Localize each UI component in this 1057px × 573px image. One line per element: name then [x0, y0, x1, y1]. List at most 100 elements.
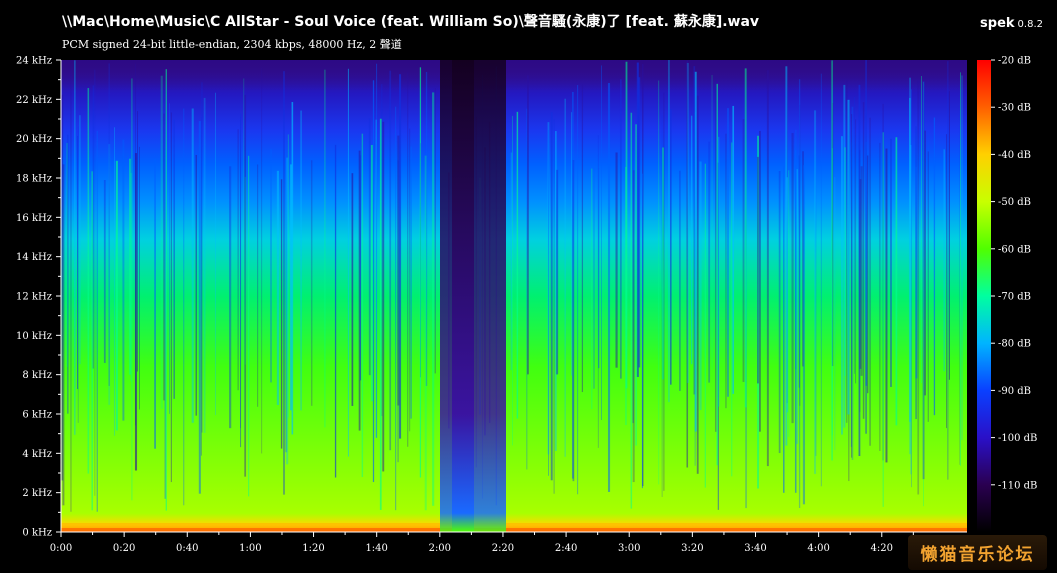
spectrogram-streak [961, 75, 963, 441]
spectrogram-streak [113, 127, 116, 436]
spectrogram-streak [820, 73, 822, 487]
spectrogram-streak [814, 110, 817, 474]
x-tick-label: 0:40 [176, 543, 198, 554]
spectrogram-streak [92, 85, 94, 369]
spectrogram-streak [885, 148, 888, 463]
spectrogram-streak [845, 78, 848, 423]
spectrogram-streak [711, 75, 713, 370]
spectrogram-streak [379, 118, 382, 510]
spectrogram-streak [727, 108, 729, 397]
spectrogram-streak [732, 105, 735, 394]
x-tick-label: 2:20 [492, 543, 514, 554]
spectrogram-streak [67, 134, 69, 414]
spectrogram-streak [432, 92, 435, 506]
spectrogram-streak [786, 177, 789, 413]
spectrogram-streak [714, 88, 717, 432]
x-tick-label: 1:00 [239, 543, 261, 554]
spectrogram-streak [550, 112, 553, 481]
spectrogram-streak [130, 172, 132, 382]
spectrogram-streak [169, 103, 171, 414]
y-axis-ticks: 0 kHz 2 kHz 4 kHz 6 kHz 8 kHz 10 kHz 12 kHz 14 … [16, 56, 61, 539]
spectrogram-streak [879, 142, 881, 451]
spectrogram-streak [74, 60, 76, 435]
spectrogram-streak [375, 63, 378, 438]
spectrogram-streak [725, 133, 727, 409]
spectrogram-streak [512, 115, 513, 446]
spectrogram-streak [581, 84, 584, 393]
spectrogram-streak [347, 68, 349, 457]
spectrogram-streak [867, 155, 869, 394]
spectrogram-streak [922, 81, 925, 480]
spectrogram-streak [553, 119, 555, 494]
y-tick-label: 22 kHz [16, 95, 52, 106]
spectrogram-area [61, 60, 967, 532]
spectrogram-streak [276, 170, 279, 405]
spectrogram-streak [257, 164, 259, 407]
spectrogram-streak [310, 160, 313, 406]
spectrogram-streak [730, 142, 733, 477]
spectrogram-streak [632, 170, 635, 483]
spectrogram-streak [198, 121, 201, 494]
spectrogram-quiet-gap-core [452, 60, 474, 532]
spectrogram-streak [843, 84, 846, 428]
spectrogram-streak [699, 161, 702, 411]
spectrogram-streak [704, 163, 706, 488]
spectrogram-streak [625, 61, 628, 389]
watermark-badge: 懒猫音乐论坛 [908, 535, 1047, 570]
spectrogram-streak [798, 79, 801, 508]
spectrogram-streak [291, 102, 294, 435]
spectrogram-streak [791, 132, 794, 424]
colorbar-tick-label: -90 dB [998, 386, 1031, 397]
spectrogram-streak [658, 80, 660, 485]
spectrogram-streak [96, 130, 98, 512]
spectrogram-streak [572, 160, 575, 482]
spectrogram-streak [717, 136, 720, 407]
spectrogram-streak [66, 142, 68, 367]
spectrogram-streak [641, 173, 643, 489]
spectrogram-streak [154, 158, 156, 449]
spectrogram-streak [407, 72, 409, 447]
y-tick-label: 10 kHz [16, 331, 52, 342]
spectrogram-streak [831, 148, 833, 436]
colorbar-tick-label: -100 dB [998, 433, 1037, 444]
spectrogram-streak [744, 68, 747, 408]
spectrogram-streak [895, 137, 898, 426]
spectrogram-streak [165, 69, 167, 511]
spectrogram-streak [851, 114, 853, 458]
spectrogram-streak [742, 119, 745, 382]
spectrogram-streak [564, 98, 566, 457]
spectrogram-streak [195, 154, 197, 416]
y-tick-label: 4 kHz [22, 449, 52, 460]
spectrogram-streak [382, 121, 385, 472]
spectrogram-streak [201, 82, 203, 433]
spectrogram-streak [686, 62, 689, 383]
x-tick-label: 3:00 [618, 543, 640, 554]
spectrogram-streak [911, 89, 912, 488]
spectrogram-streak [248, 155, 250, 497]
spectrogram-streak [841, 136, 843, 435]
x-tick-label: 4:20 [871, 543, 893, 554]
spectrogram-streak [122, 139, 125, 421]
spectrogram-streak [915, 166, 918, 379]
spectrogram-streak [847, 99, 850, 415]
spectrogram-streak [960, 72, 961, 466]
spectrogram-streak [796, 169, 798, 444]
y-tick-label: 6 kHz [22, 410, 52, 421]
spectrogram-streak [420, 143, 421, 378]
spectrogram-streak [94, 69, 96, 496]
spectrogram-streak [691, 115, 693, 365]
spectrogram-streak [959, 109, 961, 465]
spectrogram-streak [635, 124, 637, 446]
colorbar-tick-label: -40 dB [998, 150, 1031, 161]
spectrogram-streak [351, 173, 354, 406]
spectrogram-streak [890, 138, 892, 387]
spectrogram-streak [510, 152, 513, 371]
spectrogram-streak [372, 80, 375, 483]
colorbar-tick-label: -50 dB [998, 197, 1031, 208]
spectrogram-streak [696, 95, 699, 474]
spectrogram-streak [527, 75, 529, 375]
spectrogram-streak [947, 61, 949, 480]
colorbar-tick-label: -80 dB [998, 339, 1031, 350]
y-tick-label: 20 kHz [16, 134, 52, 145]
spectrogram-streak [834, 177, 836, 451]
